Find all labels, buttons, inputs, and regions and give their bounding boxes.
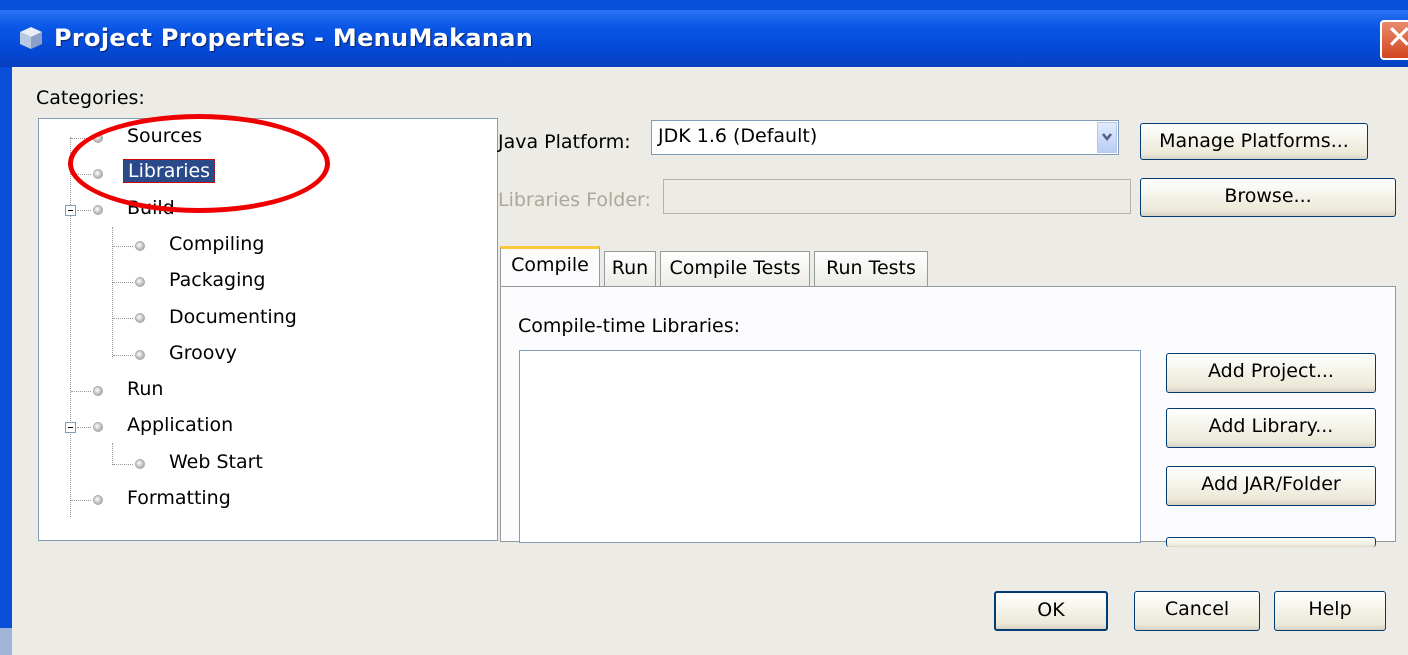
collapse-icon[interactable] xyxy=(65,422,76,433)
add-library-button[interactable]: Add Library... xyxy=(1166,408,1376,448)
tab-compile-tests[interactable]: Compile Tests xyxy=(660,251,810,286)
category-run[interactable]: Run xyxy=(127,378,163,408)
tab-run-tests[interactable]: Run Tests xyxy=(814,251,928,286)
browse-button[interactable]: Browse... xyxy=(1140,178,1396,217)
dropdown-arrow-icon[interactable] xyxy=(1097,122,1117,153)
categories-label: Categories: xyxy=(36,87,145,109)
category-application[interactable]: Application xyxy=(127,414,233,444)
add-jar-folder-button[interactable]: Add JAR/Folder xyxy=(1166,466,1376,506)
ok-button[interactable]: OK xyxy=(994,591,1108,631)
libraries-folder-field xyxy=(663,179,1131,214)
add-project-button[interactable]: Add Project... xyxy=(1166,353,1376,393)
dialog-client-area: Categories: Sources Libraries Build Comp… xyxy=(12,67,1408,655)
category-web-start[interactable]: Web Start xyxy=(169,451,263,481)
project-cube-icon xyxy=(20,27,42,49)
libraries-folder-label: Libraries Folder: xyxy=(498,189,651,211)
compile-libraries-list[interactable] xyxy=(519,350,1141,543)
close-button[interactable]: ✕ xyxy=(1380,18,1408,60)
close-icon: ✕ xyxy=(1386,18,1408,56)
node-bullet-icon xyxy=(135,459,145,469)
node-bullet-icon xyxy=(93,495,103,505)
node-bullet-icon xyxy=(93,205,103,215)
java-platform-select[interactable]: JDK 1.6 (Default) xyxy=(651,120,1119,155)
node-bullet-icon xyxy=(93,386,103,396)
tab-compile[interactable]: Compile xyxy=(500,246,600,286)
remove-button-partial[interactable] xyxy=(1166,537,1376,547)
collapse-icon[interactable] xyxy=(65,205,76,216)
category-packaging[interactable]: Packaging xyxy=(169,269,265,299)
title-bar[interactable]: Project Properties - MenuMakanan ✕ xyxy=(0,10,1408,67)
cancel-button[interactable]: Cancel xyxy=(1134,591,1260,631)
node-bullet-icon xyxy=(135,350,145,360)
tab-run[interactable]: Run xyxy=(604,251,656,286)
compile-time-libraries-label: Compile-time Libraries: xyxy=(518,315,740,337)
category-compiling[interactable]: Compiling xyxy=(169,233,264,263)
compile-tab-panel: Compile-time Libraries: Add Project... A… xyxy=(500,286,1396,547)
window-border xyxy=(0,628,12,655)
help-button[interactable]: Help xyxy=(1274,591,1386,631)
window-title: Project Properties - MenuMakanan xyxy=(54,24,534,52)
category-documenting[interactable]: Documenting xyxy=(169,306,297,336)
node-bullet-icon xyxy=(135,313,145,323)
node-bullet-icon xyxy=(93,422,103,432)
annotation-circle xyxy=(68,114,330,213)
node-bullet-icon xyxy=(135,277,145,287)
java-platform-value: JDK 1.6 (Default) xyxy=(658,125,818,147)
java-platform-label: Java Platform: xyxy=(498,131,631,153)
dialog-window: Project Properties - MenuMakanan ✕ Categ… xyxy=(0,0,1408,655)
manage-platforms-button[interactable]: Manage Platforms... xyxy=(1140,123,1368,160)
tree-line xyxy=(70,137,71,517)
category-formatting[interactable]: Formatting xyxy=(127,487,231,517)
category-groovy[interactable]: Groovy xyxy=(169,342,237,372)
tree-line xyxy=(112,443,113,465)
node-bullet-icon xyxy=(135,241,145,251)
